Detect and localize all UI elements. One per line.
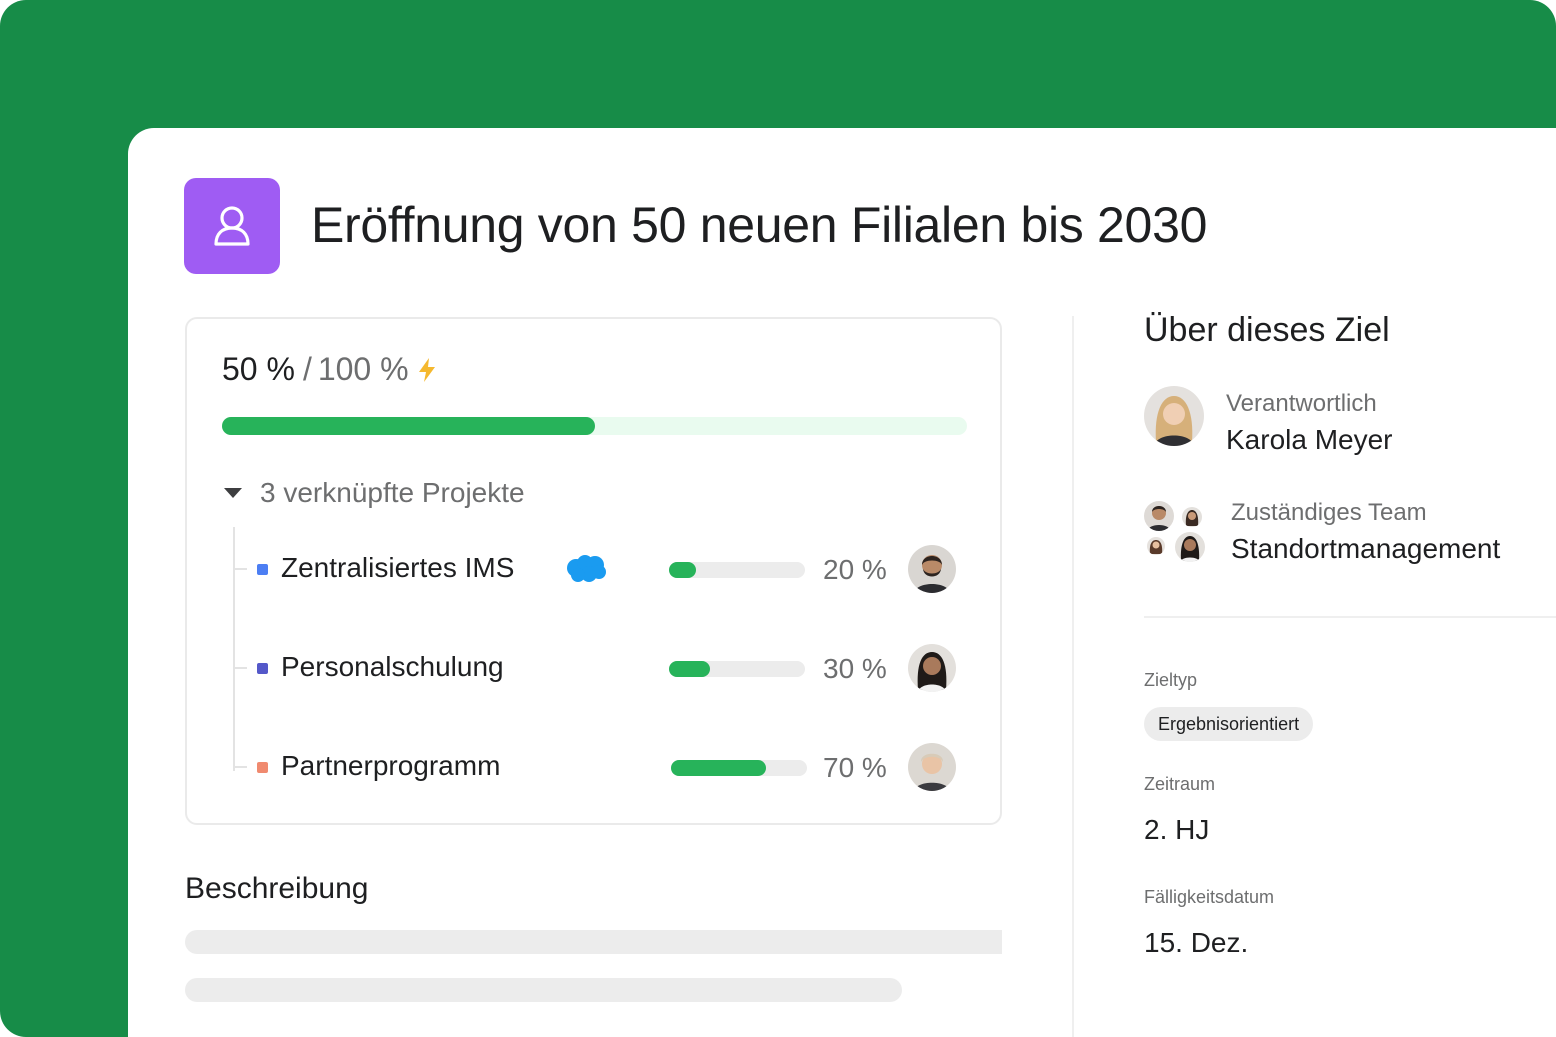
project-row[interactable]: Zentralisiertes IMS 20 % (233, 544, 963, 594)
team-name[interactable]: Standortmanagement (1231, 533, 1500, 565)
goal-type-chip[interactable]: Ergebnisorientiert (1144, 707, 1314, 741)
progress-summary: 50 % / 100 % (222, 351, 437, 388)
project-name[interactable]: Partnerprogramm (281, 750, 500, 782)
project-progress-fill (669, 562, 697, 578)
team-avatar (1147, 537, 1165, 555)
project-progress-bar (669, 562, 805, 578)
project-percent: 30 % (823, 653, 887, 684)
tree-branch (233, 667, 247, 669)
project-progress-bar (669, 661, 805, 677)
project-percent: 70 % (823, 752, 887, 783)
goal-progress-fill (222, 417, 595, 435)
project-progress-bar (671, 760, 807, 776)
project-color-dot (257, 663, 268, 674)
linked-projects-label: 3 verknüpfte Projekte (260, 477, 525, 508)
goal-card: Eröffnung von 50 neuen Filialen bis 2030… (128, 128, 1556, 1037)
caret-down-icon (224, 488, 242, 498)
team-avatar (1175, 532, 1205, 562)
description-placeholder-line (185, 978, 902, 1002)
due-date-label: Fälligkeitsdatum (1144, 887, 1275, 907)
project-color-dot (257, 564, 268, 575)
description-placeholder-line (185, 930, 1002, 954)
project-progress-fill (669, 661, 710, 677)
project-percent: 20 % (823, 554, 887, 585)
project-progress-fill (671, 760, 767, 776)
about-heading: Über dieses Ziel (1144, 311, 1390, 349)
avatar[interactable] (908, 545, 956, 593)
period-value[interactable]: 2. HJ (1144, 814, 1209, 846)
avatar[interactable] (908, 743, 956, 791)
goal-title[interactable]: Eröffnung von 50 neuen Filialen bis 2030 (311, 196, 1207, 254)
project-name[interactable]: Zentralisiertes IMS (281, 552, 514, 584)
project-name[interactable]: Personalschulung (281, 651, 504, 683)
team-avatar (1182, 507, 1202, 527)
progress-current: 50 % (222, 351, 295, 387)
owner-name[interactable]: Karola Meyer (1226, 424, 1393, 456)
owner-avatar[interactable] (1144, 386, 1204, 446)
project-row[interactable]: Partnerprogramm 70 % (233, 742, 963, 792)
goal-type-label: Zieltyp (1144, 670, 1198, 690)
goal-progress-bar (222, 417, 967, 435)
progress-panel: 50 % / 100 % 3 verknüpfte Projekte Zentr… (185, 317, 1002, 825)
period-label: Zeitraum (1144, 774, 1216, 794)
project-row[interactable]: Personalschulung 30 % (233, 643, 963, 693)
description-heading: Beschreibung (185, 872, 369, 905)
team-label: Zuständiges Team (1231, 499, 1427, 526)
person-icon (214, 206, 250, 246)
section-divider (1144, 616, 1556, 618)
avatar[interactable] (908, 644, 956, 692)
progress-target: 100 % (317, 351, 409, 387)
tree-branch (233, 766, 247, 768)
lightning-bolt-icon (418, 357, 435, 382)
due-date-value[interactable]: 15. Dez. (1144, 927, 1248, 959)
tree-branch (233, 568, 247, 570)
owner-label: Verantwortlich (1226, 390, 1377, 417)
column-divider (1072, 316, 1074, 1037)
team-avatar (1144, 501, 1174, 531)
linked-projects-toggle[interactable]: 3 verknüpfte Projekte (224, 477, 525, 509)
project-color-dot (257, 762, 268, 773)
salesforce-cloud-icon (567, 555, 606, 582)
progress-separator: / (302, 351, 312, 387)
goal-icon (184, 178, 280, 274)
